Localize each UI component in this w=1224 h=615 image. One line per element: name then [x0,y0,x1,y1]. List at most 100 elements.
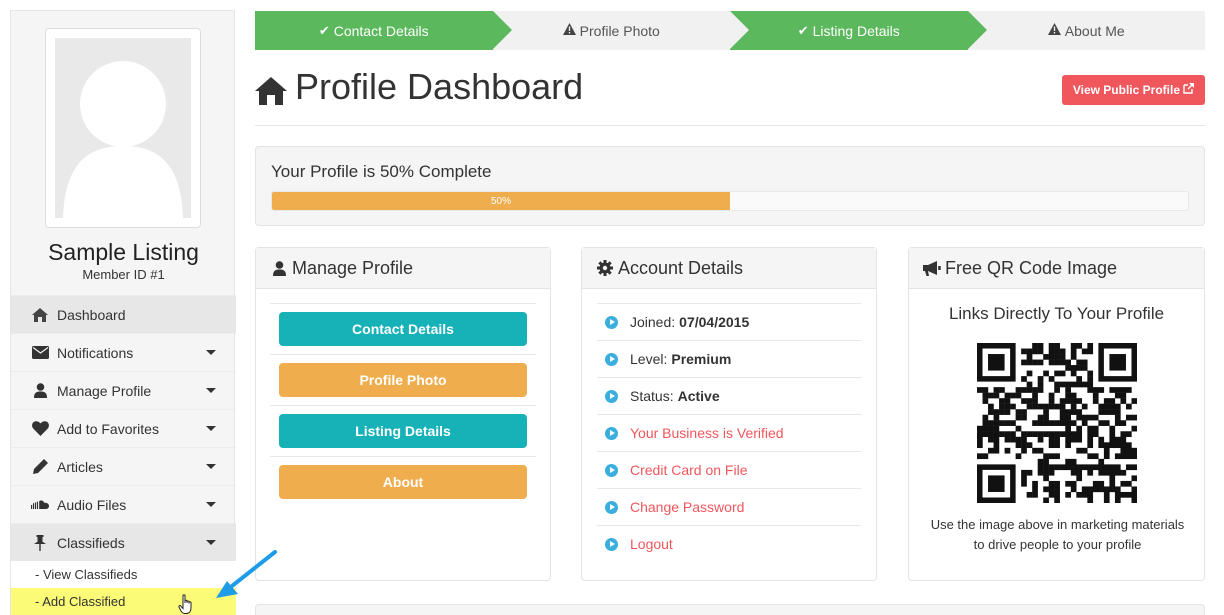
qr-module [993,387,1000,393]
qr-module [1015,414,1022,421]
qr-module [1070,486,1077,493]
qr-module [999,409,1005,415]
about-button[interactable]: About [279,465,527,499]
qr-module [1070,365,1077,371]
sidebar-item-add-to-favorites[interactable]: Add to Favorites [11,409,236,447]
qr-module [1120,436,1127,443]
qr-module [977,453,983,460]
play-circle-icon [605,537,618,551]
qr-module [1081,447,1088,454]
qr-module [1054,442,1060,449]
qr-module [1048,491,1055,498]
list-item: Listing Details [270,405,536,456]
qr-module [1037,447,1044,454]
qr-module [1098,436,1105,443]
qr-module [1098,420,1105,426]
qr-module [1076,414,1083,421]
qr-code-image[interactable] [977,343,1138,504]
qr-module [1032,486,1038,493]
qr-module [1081,348,1088,355]
qr-module [1070,348,1077,355]
qr-module [1092,387,1099,393]
sidebar-item-classifieds[interactable]: Classifieds [11,523,236,561]
qr-module [982,387,989,393]
logout-link[interactable]: Logout [597,525,861,562]
qr-module [999,431,1005,437]
qr-module [1026,469,1033,476]
qr-module [988,431,994,437]
qr-module [1120,491,1127,498]
qr-module [1098,409,1105,415]
progress-bar-fill: 50% [272,192,730,210]
link-label: Your Business is Verified [630,425,784,441]
sidebar-item-notifications[interactable]: Notifications [11,333,236,371]
qr-module [1054,348,1060,355]
wizard-step-label: Contact Details [333,22,429,39]
play-circle-icon [605,389,618,403]
qr-module [1103,403,1110,410]
sidebar-item-audio-files[interactable]: Audio Files [11,485,236,523]
qr-module [1070,403,1077,410]
qr-module [1004,409,1011,415]
qr-module [1065,381,1071,388]
qr-module [1032,431,1038,437]
qr-module [1059,359,1066,366]
qr-module [1065,458,1071,465]
qr-module [1037,403,1044,410]
qr-module [1021,359,1027,366]
qr-module [1065,491,1071,498]
qr-module [1087,414,1094,421]
qr-module [1059,370,1066,377]
qr-module [1054,387,1060,393]
sidebar-item-dashboard[interactable]: Dashboard [11,295,236,333]
panel-title: Manage Profile [292,257,414,278]
qr-module [1037,420,1044,426]
qr-module [1125,403,1132,410]
view-public-profile-button[interactable]: View Public Profile [1061,75,1205,105]
qr-module [993,420,1000,426]
change-password-link[interactable]: Change Password [597,488,861,525]
qr-module [1103,464,1110,471]
qr-module [1021,387,1027,393]
submenu-item-add-classified[interactable]: - Add Classified [11,588,236,615]
qr-module [1120,469,1127,476]
listing-details-button[interactable]: Listing Details [279,414,527,448]
qr-module [1120,387,1127,393]
qr-module [1125,431,1132,437]
heart-icon [31,421,49,437]
wizard-step-profile-photo[interactable]: Profile Photo [493,11,731,50]
bullhorn-icon [923,259,941,277]
qr-module [1087,442,1094,449]
submenu-item-view-classifieds[interactable]: - View Classifieds [11,561,236,588]
qr-module [1087,491,1094,498]
qr-module [1065,359,1071,366]
credit-card-link[interactable]: Credit Card on File [597,451,861,488]
qr-module [1065,442,1071,449]
wizard-step-listing-details[interactable]: ✔ Listing Details [730,11,986,50]
qr-module [1048,436,1055,443]
qr-module [1092,392,1099,399]
contact-details-button[interactable]: Contact Details [279,312,527,346]
qr-module [1048,486,1055,493]
qr-module [1103,453,1110,460]
qr-module [1092,398,1099,404]
qr-module [993,442,1000,449]
qr-module [1004,403,1011,410]
wizard-step-contact-details[interactable]: ✔ Contact Details [255,11,511,50]
qr-module [1054,480,1060,487]
qr-module [1037,464,1044,471]
play-circle-icon [605,315,618,329]
sidebar-item-manage-profile[interactable]: Manage Profile [11,371,236,409]
qr-module [1087,387,1094,393]
warning-icon [1047,23,1061,38]
qr-module [1070,436,1077,443]
wizard-step-label: Listing Details [812,22,900,39]
qr-module [1054,381,1060,388]
qr-module [1054,497,1060,504]
sidebar-item-articles[interactable]: Articles [11,447,236,485]
qr-module [1021,398,1027,404]
qr-module [1032,447,1038,454]
profile-photo-button[interactable]: Profile Photo [279,363,527,397]
business-verified-link[interactable]: Your Business is Verified [597,414,861,451]
wizard-step-about-me[interactable]: About Me [968,11,1206,50]
